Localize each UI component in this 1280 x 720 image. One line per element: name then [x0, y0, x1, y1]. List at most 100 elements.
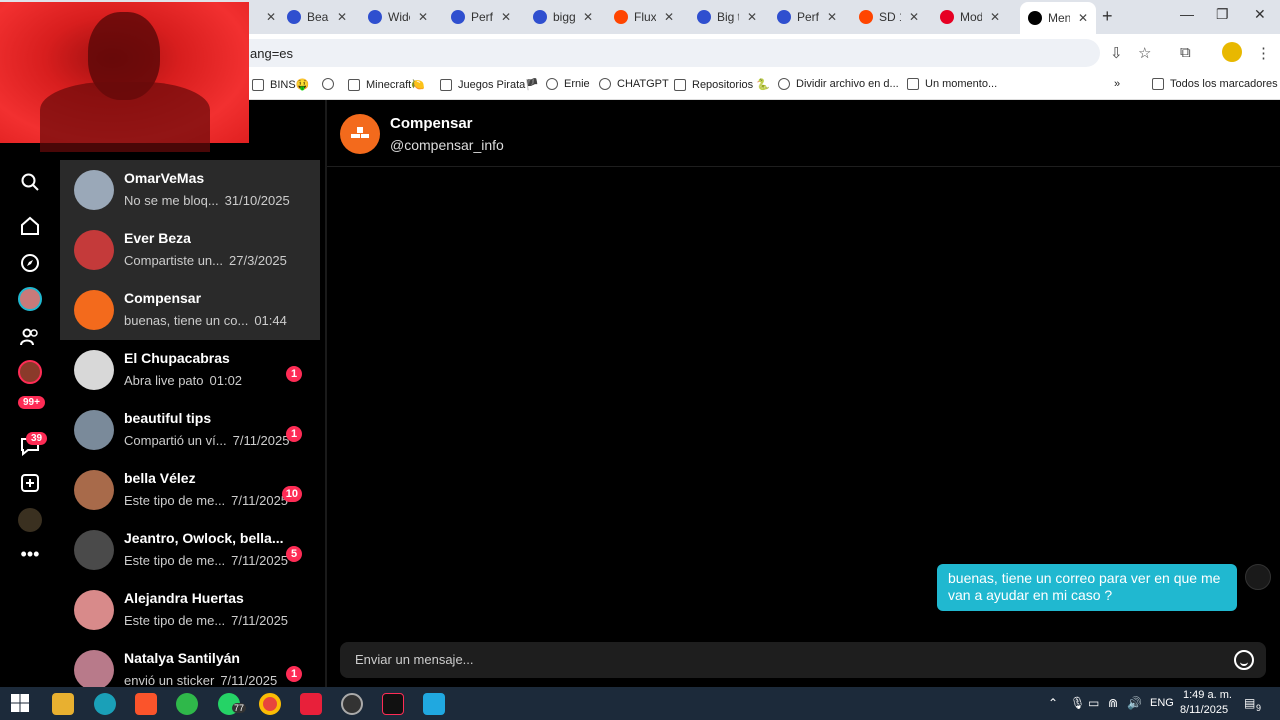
conversation-item[interactable]: Natalya Santilyán envió un sticker 7/11/20…	[60, 640, 320, 687]
extensions-icon[interactable]: ⧉	[1180, 44, 1191, 61]
conversation-preview: buenas, tiene un co...	[124, 313, 249, 328]
app-icon[interactable]	[94, 693, 116, 715]
minimize-icon[interactable]: —	[1180, 6, 1194, 22]
tab-close-icon[interactable]: ✕	[266, 10, 276, 24]
bookmark-bins[interactable]: BINS🤑	[252, 78, 309, 91]
brave-icon[interactable]	[135, 693, 157, 715]
install-app-icon[interactable]: ⇩	[1110, 44, 1123, 62]
profile-avatar[interactable]	[1222, 42, 1242, 62]
tray-chevron-icon[interactable]: ⌃	[1048, 696, 1058, 710]
conversation-item[interactable]: Compensar buenas, tiene un co... 01:44	[60, 280, 320, 340]
tab-close-icon[interactable]: ✕	[747, 10, 757, 24]
close-window-icon[interactable]: ✕	[1254, 6, 1266, 23]
bookmark-chatgpt[interactable]: CHATGPT	[599, 78, 669, 90]
following-avatar-icon[interactable]	[18, 287, 42, 311]
notifications-icon[interactable]: ▤	[1244, 696, 1255, 710]
tab-favicon-icon	[287, 10, 301, 24]
globe-icon[interactable]	[322, 78, 340, 90]
search-icon[interactable]	[18, 170, 42, 194]
tab-close-icon[interactable]: ✕	[827, 10, 837, 24]
tab-close-icon[interactable]: ✕	[909, 10, 919, 24]
left-nav-rail: 99+ 39 •••	[0, 100, 60, 687]
browser-tab[interactable]: Perfe ✕	[451, 4, 511, 30]
browser-tab[interactable]: Flux ✕	[614, 4, 674, 30]
conversation-item[interactable]: beautiful tips Compartió un ví... 7/11/202…	[60, 400, 320, 460]
tab-close-icon[interactable]: ✕	[990, 10, 1000, 24]
pdf-app-icon[interactable]	[300, 693, 322, 715]
conversation-time: 7/11/2025	[220, 673, 278, 687]
message-composer	[340, 642, 1266, 678]
url-text[interactable]: ang=es	[250, 46, 293, 61]
tab-close-icon[interactable]: ✕	[664, 10, 674, 24]
obs-icon[interactable]	[341, 693, 363, 715]
bookmark-minecraft[interactable]: Minecraft🍋	[348, 78, 425, 91]
sync-app-icon[interactable]	[176, 693, 198, 715]
tiktok-icon[interactable]	[382, 693, 404, 715]
clock-date[interactable]: 8/11/2025	[1180, 704, 1228, 716]
conversation-item[interactable]: Ever Beza Compartiste un... 27/3/2025	[60, 220, 320, 280]
maximize-icon[interactable]: ❐	[1216, 6, 1229, 23]
microphone-icon[interactable]: 🎙	[1070, 696, 1085, 710]
chat-contact-handle[interactable]: @compensar_info	[390, 137, 504, 153]
chat-avatar[interactable]	[340, 114, 380, 154]
unread-badge: 5	[286, 546, 302, 562]
tab-close-icon[interactable]: ✕	[501, 10, 511, 24]
tab-title: Beau	[307, 10, 329, 24]
emoji-icon[interactable]	[1234, 650, 1254, 670]
explore-icon[interactable]	[18, 251, 42, 275]
tab-close-icon[interactable]: ✕	[418, 10, 428, 24]
browser-tab[interactable]: Men ✕	[1020, 2, 1097, 34]
conversation-time: 7/11/2025	[232, 433, 290, 448]
browser-tab[interactable]: Big t ✕	[697, 4, 757, 30]
clock-time[interactable]: 1:49 a. m.	[1183, 689, 1232, 701]
browser-tab[interactable]: ✕	[258, 4, 276, 30]
battery-icon[interactable]: ▭	[1088, 696, 1099, 710]
tab-close-icon[interactable]: ✕	[337, 10, 347, 24]
live-avatar-icon[interactable]	[18, 360, 42, 384]
browser-tab[interactable]: SD 1 ✕	[859, 4, 919, 30]
browser-tab[interactable]: Wide ✕	[368, 4, 428, 30]
new-tab-button[interactable]: +	[1102, 6, 1113, 27]
conversation-avatar	[74, 530, 114, 570]
sent-message-bubble[interactable]: buenas, tiene un correo para ver en que …	[937, 564, 1237, 611]
browser-tab[interactable]: bigg ✕	[533, 4, 593, 30]
tab-close-icon[interactable]: ✕	[583, 10, 593, 24]
chat-contact-name[interactable]: Compensar	[390, 115, 473, 132]
upload-icon[interactable]	[18, 471, 42, 495]
conversation-name: Alejandra Huertas	[124, 590, 244, 606]
home-icon[interactable]	[18, 214, 42, 238]
language-indicator[interactable]: ENG	[1150, 697, 1174, 709]
message-input[interactable]	[355, 652, 1215, 667]
volume-icon[interactable]: 🔊	[1127, 696, 1142, 710]
windows-start-icon[interactable]	[10, 693, 32, 715]
folder-icon	[348, 78, 360, 91]
file-explorer-icon[interactable]	[52, 693, 74, 715]
more-icon[interactable]: •••	[18, 542, 42, 566]
browser-tab[interactable]: Mod ✕	[940, 4, 1000, 30]
bookmark-dividir-archivo[interactable]: Dividir archivo en d...	[778, 78, 899, 90]
bookmark-un-momento[interactable]: Un momento...	[907, 78, 997, 90]
app-window-icon[interactable]	[423, 693, 445, 715]
tab-close-icon[interactable]: ✕	[1078, 11, 1088, 25]
bookmark-juegos-pirata[interactable]: Juegos Pirata🏴	[440, 78, 539, 91]
conversation-name: bella Vélez	[124, 470, 196, 486]
conversation-item[interactable]: Alejandra Huertas Este tipo de me... 7/11/…	[60, 580, 320, 640]
bookmark-repositorios[interactable]: Repositorios 🐍	[674, 78, 770, 91]
conversation-item[interactable]: OmarVeMas No se me bloq... 31/10/2025	[60, 160, 320, 220]
browser-tab[interactable]: Beau ✕	[287, 4, 347, 30]
chrome-icon[interactable]	[259, 693, 281, 715]
bookmark-star-icon[interactable]: ☆	[1138, 44, 1151, 62]
conversation-time: 7/11/2025	[231, 613, 289, 628]
all-bookmarks-button[interactable]: Todos los marcadores	[1152, 78, 1278, 90]
more-bookmarks-button[interactable]: »	[1114, 78, 1120, 90]
profile-avatar-icon[interactable]	[18, 508, 42, 532]
chat-header: Compensar @compensar_info	[327, 100, 1280, 167]
bookmark-ernie[interactable]: Ernie	[546, 78, 590, 90]
conversation-item[interactable]: bella Vélez Este tipo de me... 7/11/2025 10	[60, 460, 320, 520]
friends-icon[interactable]	[18, 325, 42, 349]
browser-menu-icon[interactable]: ⋮	[1256, 44, 1271, 62]
conversation-item[interactable]: Jeantro, Owlock, bella... Este tipo de me…	[60, 520, 320, 580]
conversation-item[interactable]: El Chupacabras Abra live pato 01:02 1	[60, 340, 320, 400]
browser-tab[interactable]: Perfe ✕	[777, 4, 837, 30]
wifi-icon[interactable]: ⋒	[1108, 696, 1118, 710]
